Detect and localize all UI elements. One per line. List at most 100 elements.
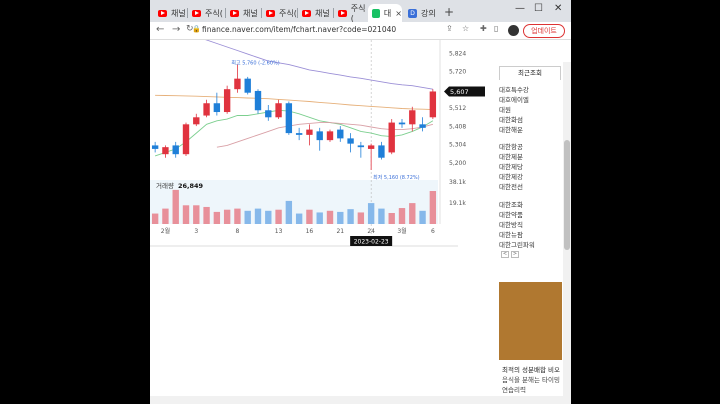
youtube-icon <box>158 9 167 17</box>
volume-bar <box>388 213 395 224</box>
horizontal-scrollbar[interactable] <box>150 396 571 404</box>
naver-icon <box>372 8 380 18</box>
list-item[interactable]: 대한제당 <box>499 161 523 171</box>
candle-body <box>316 131 323 141</box>
new-tab-button[interactable]: + <box>444 5 454 19</box>
x-tick-label: 24 <box>367 228 375 235</box>
ad-title[interactable]: 최적의 성분배합 비오 <box>502 364 560 374</box>
list-item[interactable]: 대한뉴팜 <box>499 229 523 239</box>
x-tick-label: 3 <box>194 228 198 235</box>
youtube-icon <box>338 9 347 17</box>
min-price-annotation: 최저 5,160 (8.72%) <box>373 174 420 181</box>
volume-bar <box>182 205 190 224</box>
volume-bar <box>367 203 375 224</box>
maximize-icon[interactable]: ☐ <box>534 3 543 14</box>
volume-bar <box>409 203 416 224</box>
list-item[interactable]: 대한그린파워 <box>499 239 535 249</box>
volume-bar <box>306 209 313 224</box>
x-tick-label: 21 <box>336 228 344 235</box>
forward-icon[interactable]: → <box>172 24 180 35</box>
moving-average-line <box>205 40 433 90</box>
candle-body <box>388 122 395 153</box>
list-item[interactable]: 대한해운 <box>499 124 523 134</box>
stock-chart[interactable]: 5,8245,7205,6165,5125,4085,3045,2005,607… <box>150 40 495 252</box>
minimize-icon[interactable]: — <box>515 3 525 14</box>
youtube-icon <box>266 9 275 17</box>
candle-body <box>234 78 241 90</box>
crosshair-date-label: 2023-02-23 <box>354 239 389 246</box>
recent-view-tab[interactable]: 최근조회 <box>499 66 561 80</box>
tab-6[interactable]: 주식( <box>334 4 368 23</box>
list-item[interactable]: 대한약품 <box>499 209 523 219</box>
x-tick-label: 2월 <box>161 227 170 235</box>
address-bar[interactable]: finance.naver.com/item/fchart.naver?code… <box>202 25 396 34</box>
volume-bar <box>326 210 334 224</box>
x-tick-label: 8 <box>236 228 240 235</box>
list-item[interactable]: 대한제강 <box>499 171 523 181</box>
candle-body <box>429 91 437 118</box>
list-item[interactable]: 대한제분 <box>499 151 523 161</box>
volume-value: 26,849 <box>178 182 204 190</box>
youtube-icon <box>230 9 239 17</box>
volume-bar <box>357 212 365 224</box>
share-icon[interactable]: ⇪ <box>446 24 453 33</box>
tab-8[interactable]: D 강의 <box>404 4 442 22</box>
candle-body <box>306 129 313 135</box>
update-button[interactable]: 업데이트 <box>523 24 565 38</box>
close-window-icon[interactable]: ✕ <box>554 3 562 14</box>
tab-3[interactable]: 채널 <box>226 4 262 22</box>
list-item[interactable]: 대호에이엘 <box>499 94 529 104</box>
max-price-annotation: 최고 5,760 (-2.60%) <box>231 60 279 67</box>
tab-1[interactable]: 채널 <box>154 4 188 22</box>
list-item[interactable]: 대호특수강 <box>499 84 529 94</box>
candle-body <box>275 103 282 118</box>
tab-4[interactable]: 주식( <box>262 4 298 22</box>
close-tab-icon[interactable]: × <box>395 9 402 18</box>
prev-page-button[interactable]: < <box>501 251 509 258</box>
list-item[interactable]: 대한화섬 <box>499 114 523 124</box>
candle-body <box>265 110 272 118</box>
candle-body <box>244 78 251 93</box>
lock-icon[interactable]: 🔒 <box>192 25 201 33</box>
volume-bar <box>275 209 282 224</box>
back-icon[interactable]: ← <box>156 24 164 35</box>
volume-y-tick-label: 38.1k <box>449 179 466 186</box>
list-item[interactable]: 대한방직 <box>499 219 523 229</box>
volume-bar <box>419 210 426 224</box>
volume-bar <box>265 210 272 224</box>
next-page-button[interactable]: > <box>511 251 519 258</box>
list-item[interactable]: 대한전선 <box>499 181 523 191</box>
tab-5[interactable]: 채널 <box>298 4 334 22</box>
x-tick-label: 3월 <box>397 227 406 235</box>
ad-subtitle: 음식을 분해는 타이밍 <box>502 376 560 384</box>
x-tick-label: 6 <box>431 228 435 235</box>
volume-bar <box>203 206 210 224</box>
volume-bar <box>398 208 406 224</box>
extensions-icon[interactable]: ✚ <box>480 24 487 33</box>
bookmark-star-icon[interactable]: ☆ <box>462 24 469 33</box>
list-item[interactable]: 대한조화 <box>499 199 523 209</box>
ad-image[interactable] <box>499 282 562 360</box>
volume-bar <box>193 205 200 224</box>
candle-body <box>419 124 426 128</box>
tab-2[interactable]: 주식( <box>188 4 226 22</box>
candle-body <box>326 131 334 141</box>
scrollbar-thumb[interactable] <box>564 140 570 250</box>
tab-active[interactable]: 대 × <box>368 4 402 22</box>
candle-body <box>357 145 365 148</box>
list-item[interactable]: 대원 <box>499 104 511 114</box>
volume-bar <box>285 200 293 224</box>
avatar[interactable] <box>508 25 519 36</box>
volume-bar <box>429 191 437 224</box>
browser-window: 채널 주식( 채널 주식( 채널 주식( 대 × D 강의 + — ☐ ✕ ← → … <box>150 0 571 404</box>
volume-bar <box>347 209 354 224</box>
volume-bar <box>234 208 241 224</box>
y-tick-label: 5,824 <box>449 50 466 57</box>
candle-body <box>285 103 293 134</box>
volume-bar <box>244 210 251 224</box>
candle-body <box>378 145 385 158</box>
sidebar-icon[interactable]: ▯ <box>494 24 498 33</box>
list-item[interactable]: 대한항공 <box>499 141 523 151</box>
volume-bar <box>151 213 159 224</box>
candle-body <box>162 147 169 155</box>
